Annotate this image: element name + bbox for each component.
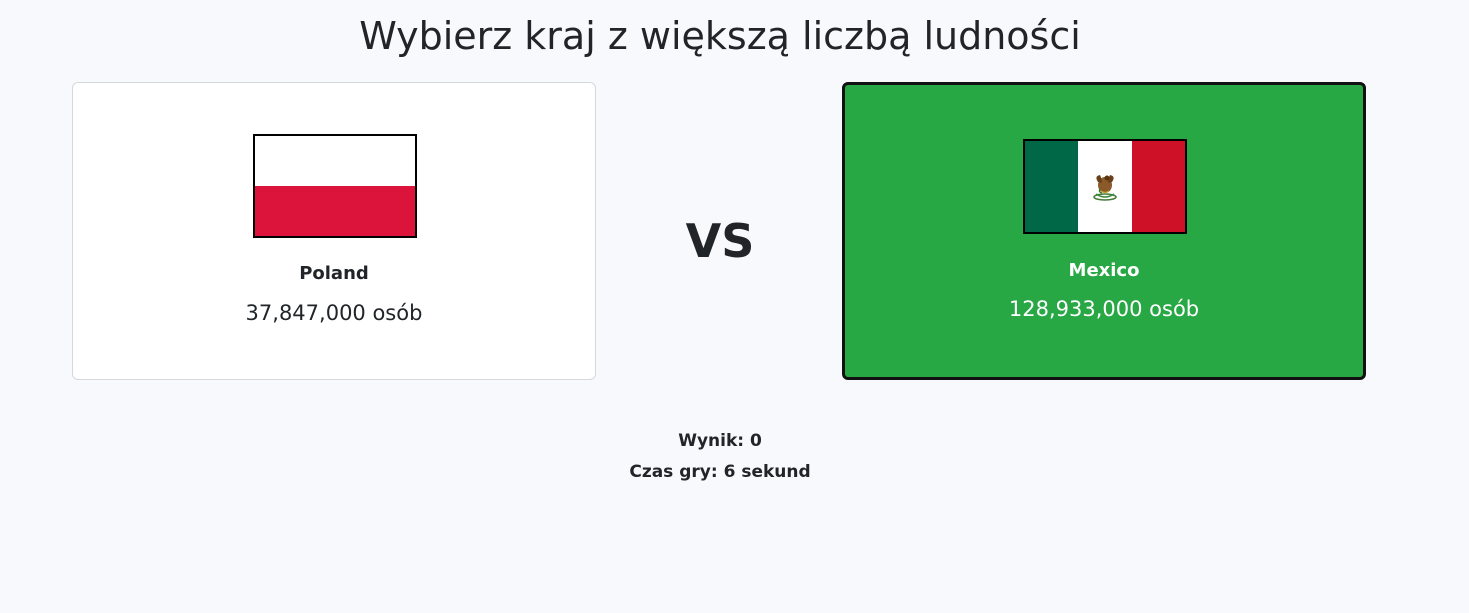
- vs-label: VS: [685, 214, 755, 268]
- mexico-flag: [1023, 139, 1187, 234]
- game-time-label: Czas gry: 6 sekund: [629, 462, 811, 482]
- flag-stripe-white: [1078, 141, 1132, 232]
- country-card-left[interactable]: Poland 37,847,000 osób: [72, 82, 596, 380]
- flag-stripe-green: [1025, 141, 1079, 232]
- eagle-emblem-icon: [1093, 174, 1117, 201]
- flag-stripe-white: [255, 136, 415, 186]
- country-name: Mexico: [1068, 260, 1140, 281]
- flag-stripe-red: [255, 186, 415, 236]
- page-title: Wybierz kraj z większą liczbą ludności: [359, 14, 1081, 58]
- flag-stripe-red: [1131, 141, 1185, 232]
- score-label: Wynik: 0: [678, 431, 762, 451]
- population-value: 37,847,000 osób: [245, 301, 423, 325]
- population-value: 128,933,000 osób: [1008, 297, 1200, 321]
- country-card-right[interactable]: Mexico 128,933,000 osób: [842, 82, 1366, 380]
- poland-flag: [253, 134, 417, 238]
- country-name: Poland: [299, 263, 369, 284]
